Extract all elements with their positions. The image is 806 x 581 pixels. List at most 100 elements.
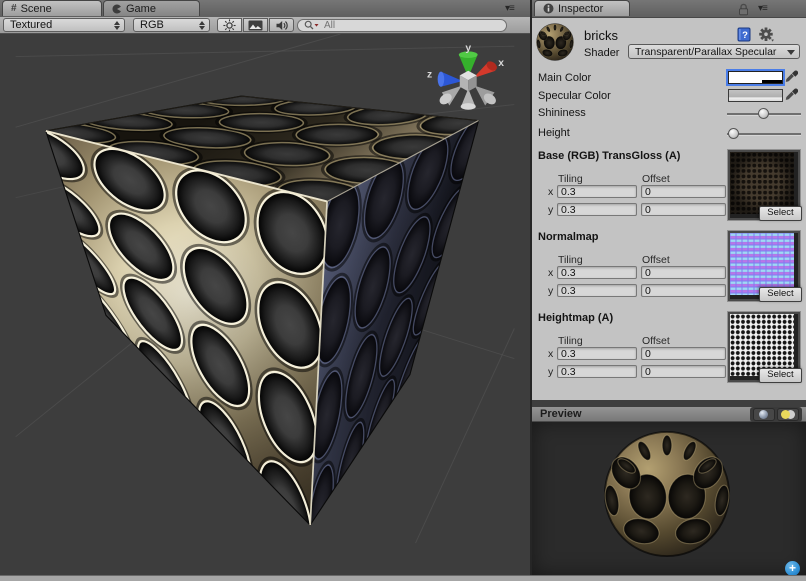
- shininess-label: Shininess: [538, 107, 586, 119]
- gizmo-z-cap: [438, 72, 445, 87]
- draw-mode-dropdown[interactable]: Textured: [3, 18, 125, 32]
- material-preview-sphere: [603, 430, 731, 558]
- tiling-y-field[interactable]: [557, 365, 637, 378]
- preview-light-button[interactable]: [777, 408, 799, 421]
- offset-y-field[interactable]: [641, 365, 726, 378]
- textured-cube[interactable]: [1, 90, 516, 575]
- scene-orientation-gizmo[interactable]: y x z: [427, 43, 504, 110]
- inspector-panel-menu-icon[interactable]: ▾≡: [758, 3, 767, 14]
- svg-text:?: ?: [742, 30, 748, 41]
- material-name: bricks: [584, 28, 618, 43]
- preview-mesh-button[interactable]: [753, 408, 775, 421]
- specular-color-label: Specular Color: [538, 90, 611, 102]
- updown-arrows-icon: [114, 21, 120, 30]
- scene-viewport[interactable]: y x z: [0, 34, 530, 575]
- gear-icon[interactable]: [758, 27, 774, 42]
- y-row-label: y: [548, 285, 553, 297]
- game-pacman-icon: [112, 4, 122, 14]
- shininess-slider-handle[interactable]: [758, 108, 769, 119]
- tiling-y-field[interactable]: [557, 203, 637, 216]
- inspector-tabbar: Inspector ▾≡: [532, 0, 806, 18]
- section-heightmap: Heightmap (A) Tiling Offset x y Select: [532, 312, 806, 384]
- select-texture-button[interactable]: Select: [759, 206, 802, 221]
- tiling-x-field[interactable]: [557, 185, 637, 198]
- eyedropper-icon[interactable]: [785, 70, 798, 83]
- scene-tabbar: # Scene Game ▾≡: [0, 0, 530, 18]
- tiling-x-field[interactable]: [557, 347, 637, 360]
- section-title: Normalmap: [538, 231, 599, 243]
- scene-panel: # Scene Game ▾≡ Textured RGB: [0, 0, 530, 575]
- color-mode-value: RGB: [140, 19, 164, 31]
- section-base-texture: Base (RGB) TransGloss (A) Tiling Offset …: [532, 150, 806, 222]
- tiling-x-field[interactable]: [557, 266, 637, 279]
- offset-header: Offset: [642, 173, 670, 185]
- preview-separator[interactable]: [532, 400, 806, 407]
- unity-editor-window: # Scene Game ▾≡ Textured RGB: [0, 0, 806, 581]
- select-texture-button[interactable]: Select: [759, 287, 802, 302]
- specular-color-swatch[interactable]: [728, 89, 783, 102]
- section-title: Base (RGB) TransGloss (A): [538, 150, 680, 162]
- scene-3d-view[interactable]: y x z: [0, 34, 530, 575]
- scene-audio-toggle[interactable]: [269, 18, 294, 32]
- material-preview-thumbnail: [536, 23, 574, 61]
- lighting-icon: [781, 410, 795, 419]
- y-row-label: y: [548, 204, 553, 216]
- y-row-label: y: [548, 366, 553, 378]
- tab-inspector[interactable]: Inspector: [534, 0, 630, 16]
- tab-game[interactable]: Game: [103, 0, 200, 16]
- search-icon: [304, 20, 319, 31]
- color-mode-dropdown[interactable]: RGB: [133, 18, 210, 32]
- shader-dropdown[interactable]: Transparent/Parallax Specular: [628, 44, 800, 59]
- height-label: Height: [538, 127, 570, 139]
- x-row-label: x: [548, 186, 553, 198]
- scene-lighting-toggle[interactable]: [217, 18, 242, 32]
- offset-y-field[interactable]: [641, 284, 726, 297]
- offset-header: Offset: [642, 254, 670, 266]
- gizmo-y-label: y: [465, 43, 471, 54]
- lock-icon[interactable]: [738, 3, 749, 16]
- sun-icon: [223, 19, 236, 32]
- inspector-panel: Inspector ▾≡ bricks Shader Transparent/P…: [532, 0, 806, 575]
- gizmo-z-label: z: [427, 69, 432, 80]
- info-icon: [543, 3, 554, 14]
- scene-panel-menu-icon[interactable]: ▾≡: [505, 3, 514, 14]
- gizmo-x-label: x: [498, 58, 504, 69]
- shader-value: Transparent/Parallax Specular: [635, 46, 776, 58]
- alpha-bar: [729, 80, 782, 83]
- tiling-y-field[interactable]: [557, 284, 637, 297]
- preview-toolbar: [750, 407, 802, 422]
- offset-y-field[interactable]: [641, 203, 726, 216]
- offset-x-field[interactable]: [641, 185, 726, 198]
- updown-arrows-icon: [199, 21, 205, 30]
- draw-mode-value: Textured: [10, 19, 52, 31]
- search-input[interactable]: [322, 19, 476, 32]
- offset-x-field[interactable]: [641, 347, 726, 360]
- main-color-label: Main Color: [538, 72, 591, 84]
- speaker-icon: [275, 19, 289, 32]
- x-row-label: x: [548, 267, 553, 279]
- eyedropper-icon[interactable]: [785, 88, 798, 101]
- tab-game-label: Game: [126, 3, 156, 15]
- image-icon: [248, 20, 263, 31]
- offset-x-field[interactable]: [641, 266, 726, 279]
- window-bottom-edge: [0, 575, 806, 581]
- tab-inspector-label: Inspector: [558, 3, 603, 15]
- preview-title: Preview: [540, 408, 582, 420]
- x-row-label: x: [548, 348, 553, 360]
- main-color-swatch[interactable]: [728, 71, 783, 84]
- section-title: Heightmap (A): [538, 312, 613, 324]
- preview-area[interactable]: +: [532, 422, 806, 575]
- asset-labels-button[interactable]: +: [785, 561, 800, 576]
- help-icon[interactable]: ?: [737, 27, 751, 42]
- select-texture-button[interactable]: Select: [759, 368, 802, 383]
- tab-scene[interactable]: # Scene: [2, 0, 102, 16]
- height-slider-handle[interactable]: [728, 128, 739, 139]
- shader-label: Shader: [584, 47, 619, 59]
- scene-search-field[interactable]: [297, 19, 507, 32]
- offset-header: Offset: [642, 335, 670, 347]
- scene-fx-toggle[interactable]: [243, 18, 268, 32]
- preview-header: Preview: [532, 407, 806, 422]
- tiling-header: Tiling: [558, 335, 583, 347]
- tab-scene-label: Scene: [21, 3, 52, 15]
- scene-toolbar: Textured RGB: [0, 17, 530, 34]
